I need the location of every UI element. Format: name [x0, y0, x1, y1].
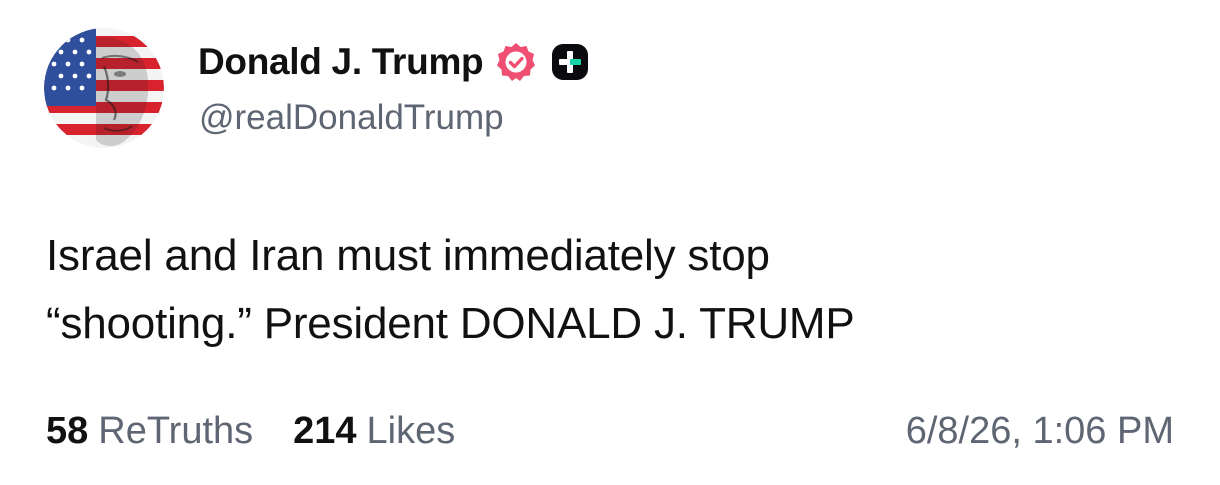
retruths-stat[interactable]: 58 ReTruths [46, 410, 253, 453]
post-text-line: Israel and Iran must immediately stop [46, 231, 770, 280]
likes-stat[interactable]: 214 Likes [293, 410, 455, 453]
plus-badge-icon [551, 43, 589, 81]
author-name-row: Donald J. Trump [198, 38, 589, 86]
author-display-name[interactable]: Donald J. Trump [198, 41, 484, 83]
retruths-count: 58 [46, 409, 89, 452]
flag-portrait-avatar-icon [44, 28, 164, 148]
post-text-line: “shooting.” President DONALD J. TRUMP [46, 299, 855, 348]
post-text: Israel and Iran must immediately stop “s… [46, 222, 1176, 358]
likes-label: Likes [366, 409, 456, 452]
author-handle[interactable]: @realDonaldTrump [199, 98, 504, 138]
likes-count: 214 [293, 409, 357, 452]
profile-avatar[interactable] [44, 28, 164, 148]
truth-post: Donald J. Trump @realDonaldTrump Israel … [0, 0, 1220, 485]
post-timestamp[interactable]: 6/8/26, 1:06 PM [906, 404, 1174, 458]
retruths-label: ReTruths [98, 409, 254, 452]
verified-badge-icon [495, 41, 537, 83]
